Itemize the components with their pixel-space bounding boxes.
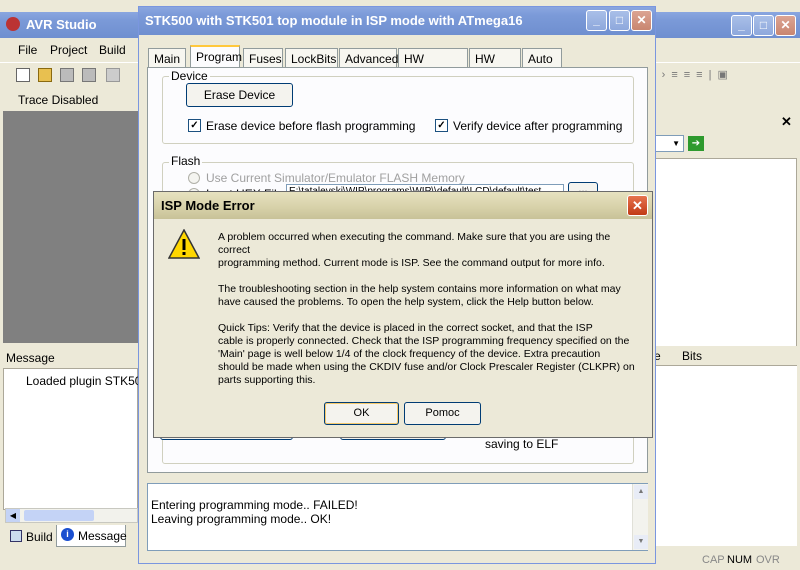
tab-hw-settings[interactable]: HW Settings — [398, 48, 468, 80]
dialog-title: ISP Mode Error — [161, 198, 255, 213]
log-scrollbar[interactable]: ▲ ▼ — [632, 484, 648, 550]
stk500-maximize-button[interactable]: □ — [609, 10, 630, 31]
tab-lockbits[interactable]: LockBits — [285, 48, 338, 68]
output-log: Entering programming mode.. FAILED! Leav… — [147, 483, 648, 551]
tab-fuses[interactable]: Fuses — [243, 48, 283, 68]
toolbar-right-icons: ‹›≡≡≡|▣ — [652, 69, 734, 81]
status-num: NUM — [727, 554, 753, 566]
isp-error-dialog: ISP Mode Error ✕ A problem occurred when… — [153, 191, 653, 438]
erase-before-flash-checkbox[interactable]: ✓ — [188, 119, 201, 132]
message-para-3: Quick Tips: Verify that the device is pl… — [218, 322, 635, 386]
ok-button[interactable]: OK — [324, 402, 399, 425]
log-line-1: Entering programming mode.. FAILED! — [151, 498, 358, 512]
open-folder-icon[interactable] — [38, 68, 52, 82]
trace-status: Trace Disabled — [18, 93, 99, 107]
message-pane: Loaded plugin STK500 — [3, 368, 148, 510]
avr-title: AVR Studio — [26, 17, 97, 32]
erase-device-button[interactable]: Erase Device — [186, 83, 293, 107]
build-icon — [10, 530, 22, 542]
menu-build[interactable]: Build — [99, 43, 126, 57]
help-button[interactable]: Pomoc — [404, 402, 481, 425]
scroll-up-icon[interactable]: ▲ — [634, 485, 648, 499]
info-icon: i — [61, 528, 74, 541]
log-line-2: Leaving programming mode.. OK! — [151, 512, 332, 526]
tab-advanced[interactable]: Advanced — [339, 48, 398, 68]
flash-group-title: Flash — [169, 154, 203, 168]
avr-maximize-button[interactable]: □ — [753, 15, 774, 36]
bits-header: Bits — [682, 349, 703, 363]
tab-message[interactable]: i Message — [56, 525, 127, 547]
right-pane-close-icon[interactable]: ✕ — [781, 114, 792, 130]
stk500-close-button[interactable]: ✕ — [631, 10, 652, 31]
avr-minimize-button[interactable]: _ — [731, 15, 752, 36]
use-simulator-label: Use Current Simulator/Emulator FLASH Mem… — [206, 171, 465, 185]
left-gray-pane — [3, 111, 138, 343]
avr-app-icon — [6, 17, 20, 31]
right-bottom-pane — [652, 366, 797, 546]
go-arrow-icon[interactable]: ➔ — [688, 136, 704, 151]
status-bar: CAP NUM OVR — [652, 552, 800, 570]
verify-after-checkbox[interactable]: ✓ — [435, 119, 448, 132]
tab-program[interactable]: Program — [190, 45, 242, 69]
erase-before-flash-label: Erase device before flash programming — [206, 119, 416, 133]
message-pane-header: Message — [6, 351, 55, 365]
status-cap: CAP — [702, 554, 725, 566]
dialog-close-button[interactable]: ✕ — [627, 195, 648, 216]
stk500-title: STK500 with STK501 top module in ISP mod… — [145, 13, 523, 28]
menu-project[interactable]: Project — [50, 43, 87, 57]
message-para-1: A problem occurred when executing the co… — [218, 231, 611, 269]
message-line: Loaded plugin STK500 — [26, 374, 149, 388]
bits-column-header: e Bits — [652, 346, 797, 366]
warning-icon — [167, 228, 201, 259]
status-ovr: OVR — [756, 554, 780, 566]
new-file-icon[interactable] — [16, 68, 30, 82]
message-para-2: The troubleshooting section in the help … — [218, 283, 621, 308]
tab-main[interactable]: Main — [148, 48, 186, 68]
stk500-minimize-button[interactable]: _ — [586, 10, 607, 31]
tab-auto[interactable]: Auto — [522, 48, 562, 68]
scroll-down-icon[interactable]: ▼ — [634, 535, 648, 549]
right-list-pane — [652, 158, 797, 348]
message-scrollbar[interactable]: ◀ — [5, 508, 138, 523]
tab-hw-info[interactable]: HW Info — [469, 48, 521, 80]
tab-build[interactable]: Build — [6, 527, 54, 547]
avr-close-button[interactable]: ✕ — [775, 15, 796, 36]
saving-elf-label: saving to ELF — [485, 437, 559, 451]
right-dropdown[interactable]: ▼ — [652, 135, 684, 152]
save-icon[interactable] — [60, 68, 74, 82]
use-simulator-radio[interactable] — [188, 172, 200, 184]
device-group-title: Device — [169, 69, 210, 83]
save-all-icon[interactable] — [82, 68, 96, 82]
dialog-message: A problem occurred when executing the co… — [218, 231, 648, 387]
menu-file[interactable]: File — [18, 43, 37, 57]
verify-after-label: Verify device after programming — [453, 119, 623, 133]
cut-icon[interactable] — [106, 68, 120, 82]
